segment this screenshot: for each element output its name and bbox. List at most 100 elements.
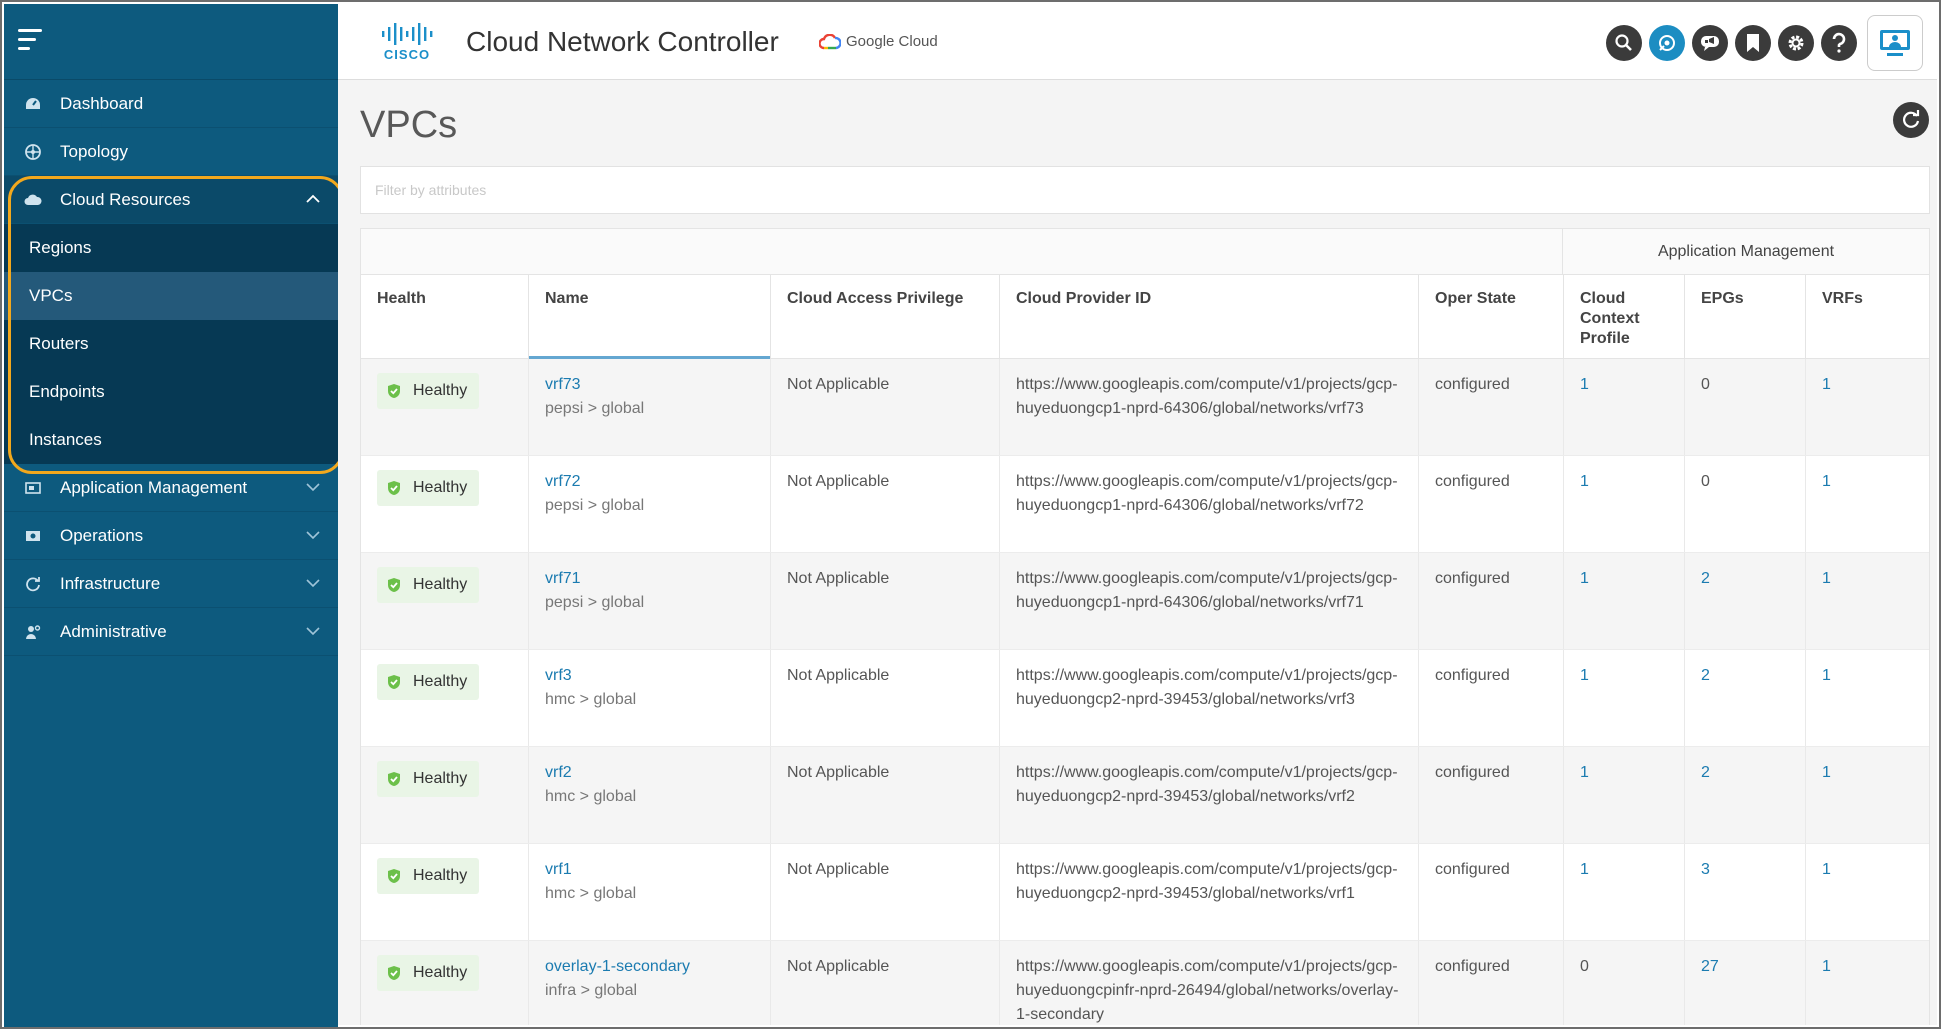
sidebar-item-administrative[interactable]: Administrative [4, 608, 338, 656]
chevron-down-icon[interactable] [306, 624, 320, 638]
cloud-provider-id: https://www.googleapis.com/compute/v1/pr… [1016, 570, 1398, 611]
column-header-cloud-access-privilege[interactable]: Cloud Access Privilege [771, 275, 1000, 358]
sidebar-item-operations[interactable]: Operations [4, 512, 338, 560]
sidebar-subitem-instances[interactable]: Instances [4, 416, 338, 464]
bookmark-icon[interactable] [1735, 25, 1771, 61]
google-cloud-label: Google Cloud [846, 33, 938, 50]
hamburger-menu-icon[interactable] [18, 29, 44, 53]
vpc-name-link[interactable]: vrf73 [545, 373, 756, 397]
sidebar-subitem-endpoints[interactable]: Endpoints [4, 368, 338, 416]
cloud-context-profile-count[interactable]: 1 [1580, 667, 1589, 684]
column-header-epgs[interactable]: EPGs [1685, 275, 1806, 358]
epgs-count[interactable]: 2 [1701, 667, 1710, 684]
vrfs-count[interactable]: 1 [1822, 958, 1831, 975]
user-workspace-icon[interactable] [1867, 15, 1923, 71]
vpc-name-link[interactable]: vrf2 [545, 761, 756, 785]
sidebar-item-topology[interactable]: Topology [4, 128, 338, 176]
column-header-health[interactable]: Health [361, 275, 529, 358]
table-row[interactable]: Healthy vrf3 hmc > global Not Applicable htt… [361, 650, 1929, 747]
oper-state: configured [1419, 359, 1564, 455]
sidebar-item-cloud-resources[interactable]: Cloud Resources [4, 176, 338, 224]
health-label: Healthy [413, 479, 468, 496]
chevron-up-icon[interactable] [306, 192, 320, 206]
search-icon[interactable] [1606, 25, 1642, 61]
vrfs-count[interactable]: 1 [1822, 473, 1831, 490]
oper-state: configured [1419, 941, 1564, 1025]
cloud-context-profile-count[interactable]: 1 [1580, 570, 1589, 587]
announcements-icon[interactable] [1692, 25, 1728, 61]
vpc-name-link[interactable]: vrf71 [545, 567, 756, 591]
healthy-shield-icon [388, 384, 400, 398]
vrfs-count[interactable]: 1 [1822, 764, 1831, 781]
table-header-row: Health Name Cloud Access Privilege Cloud… [361, 275, 1929, 359]
column-header-vrfs[interactable]: VRFs [1806, 275, 1929, 358]
healthy-shield-icon [388, 481, 400, 495]
chevron-down-icon[interactable] [306, 528, 320, 542]
health-label: Healthy [413, 673, 468, 690]
chevron-down-icon[interactable] [306, 576, 320, 590]
column-header-oper-state[interactable]: Oper State [1419, 275, 1564, 358]
sidebar-item-infrastructure[interactable]: Infrastructure [4, 560, 338, 608]
table-row[interactable]: Healthy overlay-1-secondary infra > global… [361, 941, 1929, 1025]
epgs-count[interactable]: 2 [1701, 764, 1710, 781]
vpc-name-link[interactable]: vrf1 [545, 858, 756, 882]
operations-icon [24, 527, 42, 545]
cloud-context-profile-count[interactable]: 1 [1580, 473, 1589, 490]
sidebar-subitem-routers[interactable]: Routers [4, 320, 338, 368]
health-badge: Healthy [377, 664, 480, 700]
table-row[interactable]: Healthy vrf71 pepsi > global Not Applicable… [361, 553, 1929, 650]
table-row[interactable]: Healthy vrf72 pepsi > global Not Applicable… [361, 456, 1929, 553]
cloud-access-privilege: Not Applicable [771, 747, 1000, 843]
health-label: Healthy [413, 576, 468, 593]
sidebar-item-application-management[interactable]: Application Management [4, 464, 338, 512]
vrfs-count[interactable]: 1 [1822, 376, 1831, 393]
help-icon[interactable] [1821, 25, 1857, 61]
health-label: Healthy [413, 964, 468, 981]
cloud-context-profile-count[interactable]: 1 [1580, 764, 1589, 781]
refresh-icon[interactable] [1893, 102, 1929, 138]
gear-icon[interactable] [1778, 25, 1814, 61]
health-label: Healthy [413, 770, 468, 787]
sidebar-subitem-regions[interactable]: Regions [4, 224, 338, 272]
sidebar-item-label: Dashboard [60, 93, 144, 113]
column-header-name[interactable]: Name [529, 275, 771, 359]
main-content: VPCs Application Management Health Name … [338, 80, 1937, 1025]
vrfs-count[interactable]: 1 [1822, 570, 1831, 587]
sidebar-item-label: Topology [60, 141, 129, 161]
table-row[interactable]: Healthy vrf2 hmc > global Not Applicable htt… [361, 747, 1929, 844]
sidebar-item-label: Administrative [60, 621, 167, 641]
sidebar-item-dashboard[interactable]: Dashboard [4, 80, 338, 128]
vpc-name-link[interactable]: vrf72 [545, 470, 756, 494]
health-label: Healthy [413, 382, 468, 399]
column-header-cloud-provider-id[interactable]: Cloud Provider ID [1000, 275, 1419, 358]
epgs-count[interactable]: 3 [1701, 861, 1710, 878]
column-header-cloud-context-profile[interactable]: Cloud Context Profile [1564, 275, 1685, 358]
epgs-count[interactable]: 2 [1701, 570, 1710, 587]
healthy-shield-icon [388, 869, 400, 883]
cloud-context-profile-count[interactable]: 1 [1580, 376, 1589, 393]
cloud-access-privilege: Not Applicable [771, 650, 1000, 746]
vrfs-count[interactable]: 1 [1822, 861, 1831, 878]
sidebar-top [4, 4, 338, 80]
health-badge: Healthy [377, 858, 480, 894]
epgs-count[interactable]: 27 [1701, 958, 1719, 975]
vrfs-count[interactable]: 1 [1822, 667, 1831, 684]
vpc-tenant-path: hmc > global [545, 885, 637, 902]
vpc-name-link[interactable]: overlay-1-secondary [545, 955, 756, 979]
cloud-context-profile-count[interactable]: 1 [1580, 861, 1589, 878]
activity-icon[interactable] [1649, 25, 1685, 61]
oper-state: configured [1419, 844, 1564, 940]
healthy-shield-icon [388, 578, 400, 592]
sidebar-subitem-vpcs[interactable]: VPCs [4, 272, 338, 320]
sidebar-item-label: Infrastructure [60, 573, 161, 593]
infrastructure-icon [24, 575, 42, 593]
vpc-name-link[interactable]: vrf3 [545, 664, 756, 688]
filter-input[interactable] [360, 166, 1930, 214]
table-row[interactable]: Healthy vrf73 pepsi > global Not Applicable… [361, 359, 1929, 456]
vpc-tenant-path: infra > global [545, 982, 638, 999]
cloud-access-privilege: Not Applicable [771, 844, 1000, 940]
administrative-icon [24, 623, 42, 641]
table-row[interactable]: Healthy vrf1 hmc > global Not Applicable htt… [361, 844, 1929, 941]
chevron-down-icon[interactable] [306, 480, 320, 494]
app-window: Dashboard Topology Cloud Resources Regio… [0, 0, 1941, 1029]
